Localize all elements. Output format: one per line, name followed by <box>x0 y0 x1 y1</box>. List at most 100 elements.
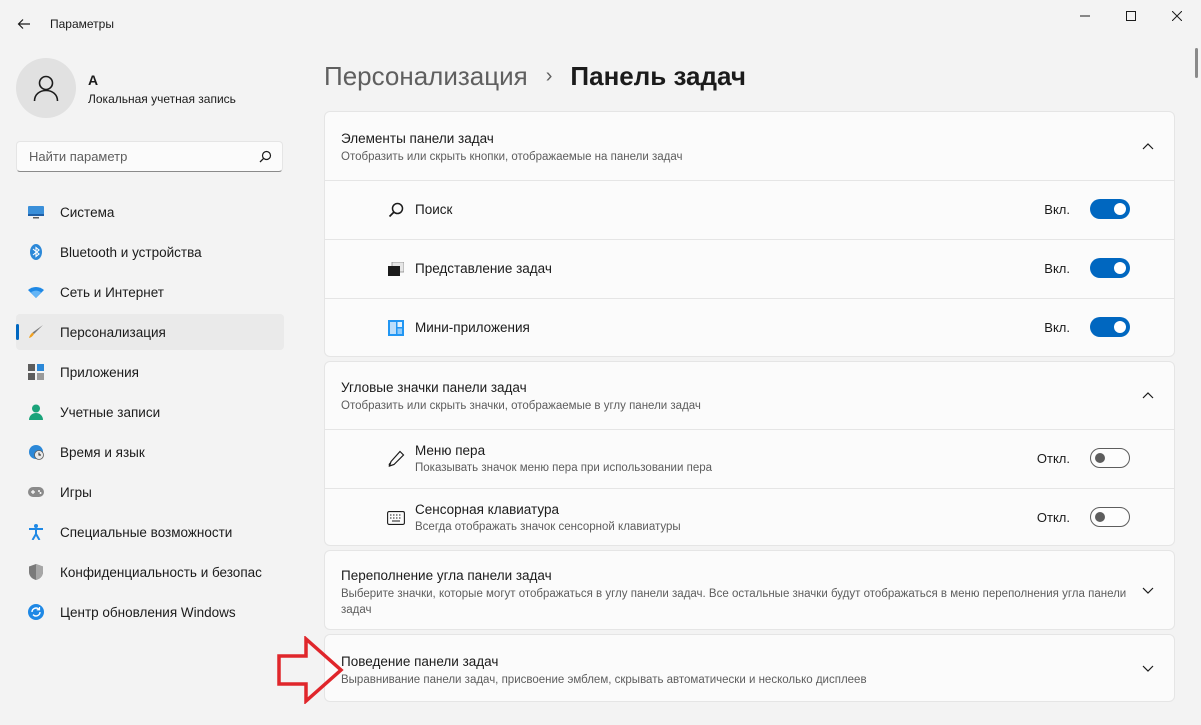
sidebar-item-accessibility[interactable]: Специальные возможности <box>16 514 284 550</box>
setting-label: Сенсорная клавиатура <box>415 502 559 517</box>
toggle-state-text: Вкл. <box>1044 320 1070 335</box>
sidebar-item-label: Конфиденциальность и безопас <box>60 564 262 580</box>
sidebar-item-system[interactable]: Система <box>16 194 284 230</box>
profile-name: A <box>88 72 99 88</box>
sidebar-item-label: Система <box>60 204 115 220</box>
close-icon <box>1172 11 1182 21</box>
touch-keyboard-toggle[interactable] <box>1090 507 1130 527</box>
profile-account-type: Локальная учетная запись <box>88 92 236 106</box>
apps-icon <box>28 364 44 380</box>
section-description: Отобразить или скрыть кнопки, отображаем… <box>341 151 683 163</box>
sidebar-item-label: Сеть и Интернет <box>60 284 164 300</box>
account-icon <box>28 404 44 420</box>
setting-description: Всегда отображать значок сенсорной клави… <box>415 521 681 533</box>
toggle-knob <box>1114 203 1126 215</box>
search-box[interactable] <box>16 141 283 172</box>
page-title: Панель задач <box>570 60 746 91</box>
section-description: Отобразить или скрыть значки, отображаем… <box>341 400 701 412</box>
task-view-toggle[interactable] <box>1090 258 1130 278</box>
setting-row-touch-keyboard: Сенсорная клавиатура Всегда отображать з… <box>325 488 1174 545</box>
sidebar-item-label: Учетные записи <box>60 404 161 420</box>
toggle-state-text: Откл. <box>1036 510 1070 525</box>
person-icon <box>33 75 59 102</box>
chevron-up-icon[interactable] <box>1140 387 1156 403</box>
maximize-icon <box>1126 11 1136 21</box>
globe-clock-icon <box>28 444 44 460</box>
app-title: Параметры <box>50 17 114 31</box>
minimize-icon <box>1080 15 1090 17</box>
chevron-down-icon[interactable] <box>1140 661 1156 677</box>
section-title: Угловые значки панели задач <box>341 380 527 395</box>
toggle-state-text: Вкл. <box>1044 202 1070 217</box>
update-icon <box>28 604 44 620</box>
search-toggle[interactable] <box>1090 199 1130 219</box>
toggle-knob <box>1114 321 1126 333</box>
section-description: Выберите значки, которые могут отображат… <box>341 588 1127 616</box>
bluetooth-icon <box>28 244 44 260</box>
sidebar-item-label: Bluetooth и устройства <box>60 244 202 260</box>
toggle-knob <box>1095 453 1105 463</box>
setting-label: Мини-приложения <box>415 320 530 335</box>
toggle-state-text: Вкл. <box>1044 261 1070 276</box>
widgets-icon <box>387 319 405 337</box>
sidebar-item-label: Время и язык <box>60 444 145 460</box>
section-title: Поведение панели задач <box>341 654 499 669</box>
section-description: Выравнивание панели задач, присвоение эм… <box>341 674 867 686</box>
widgets-toggle[interactable] <box>1090 317 1130 337</box>
toggle-knob <box>1114 262 1126 274</box>
setting-label: Представление задач <box>415 261 552 276</box>
scrollbar[interactable] <box>1195 48 1198 78</box>
breadcrumb-separator: › <box>545 64 553 87</box>
monitor-icon <box>28 204 44 220</box>
close-button[interactable] <box>1154 0 1200 32</box>
taskbar-behaviors-section[interactable]: Поведение панели задач Выравнивание пане… <box>324 634 1175 702</box>
pen-icon <box>387 450 405 468</box>
sidebar-nav: Система Bluetooth и устройства Сеть и Ин… <box>16 194 284 634</box>
section-title: Элементы панели задач <box>341 131 494 146</box>
back-button[interactable] <box>10 10 38 38</box>
toggle-state-text: Откл. <box>1036 451 1070 466</box>
section-title: Переполнение угла панели задач <box>341 568 552 583</box>
sidebar-item-apps[interactable]: Приложения <box>16 354 284 390</box>
sidebar-item-label: Игры <box>60 484 92 500</box>
setting-row-task-view: Представление задач Вкл. <box>325 239 1174 298</box>
sidebar-item-gaming[interactable]: Игры <box>16 474 284 510</box>
maximize-button[interactable] <box>1108 0 1154 32</box>
breadcrumb-parent[interactable]: Персонализация <box>324 61 528 92</box>
toggle-knob <box>1095 512 1105 522</box>
setting-row-search: Поиск Вкл. <box>325 180 1174 239</box>
sidebar-item-bluetooth[interactable]: Bluetooth и устройства <box>16 234 284 270</box>
breadcrumb: Персонализация › Панель задач <box>324 58 746 94</box>
sidebar-item-network[interactable]: Сеть и Интернет <box>16 274 284 310</box>
sidebar-item-accounts[interactable]: Учетные записи <box>16 394 284 430</box>
search-icon[interactable] <box>259 150 272 163</box>
accessibility-icon <box>28 524 44 540</box>
pen-menu-toggle[interactable] <box>1090 448 1130 468</box>
avatar[interactable] <box>16 58 76 118</box>
wifi-icon <box>28 284 44 300</box>
brush-icon <box>28 324 44 340</box>
chevron-up-icon[interactable] <box>1140 138 1156 154</box>
setting-label: Меню пера <box>415 443 486 458</box>
sidebar-item-personalization[interactable]: Персонализация <box>16 314 284 350</box>
task-view-icon <box>387 260 405 278</box>
shield-icon <box>28 564 44 580</box>
sidebar-item-privacy[interactable]: Конфиденциальность и безопас <box>16 554 284 590</box>
sidebar-item-label: Центр обновления Windows <box>60 604 236 620</box>
corner-icons-header[interactable]: Угловые значки панели задач Отобразить и… <box>325 362 1174 429</box>
setting-row-pen-menu: Меню пера Показывать значок меню пера пр… <box>325 429 1174 488</box>
taskbar-items-header[interactable]: Элементы панели задач Отобразить или скр… <box>325 112 1174 180</box>
chevron-down-icon[interactable] <box>1140 583 1156 599</box>
annotation-arrow-icon <box>277 636 344 704</box>
search-icon <box>387 201 405 219</box>
sidebar-item-time-language[interactable]: Время и язык <box>16 434 284 470</box>
corner-overflow-section[interactable]: Переполнение угла панели задач Выберите … <box>324 550 1175 630</box>
sidebar-item-label: Приложения <box>60 364 139 380</box>
sidebar-item-label: Персонализация <box>60 324 166 340</box>
sidebar-item-windows-update[interactable]: Центр обновления Windows <box>16 594 284 630</box>
search-input[interactable] <box>27 148 251 165</box>
arrow-left-icon <box>17 19 30 29</box>
setting-row-widgets: Мини-приложения Вкл. <box>325 298 1174 356</box>
setting-description: Показывать значок меню пера при использо… <box>415 462 713 474</box>
minimize-button[interactable] <box>1062 0 1108 32</box>
